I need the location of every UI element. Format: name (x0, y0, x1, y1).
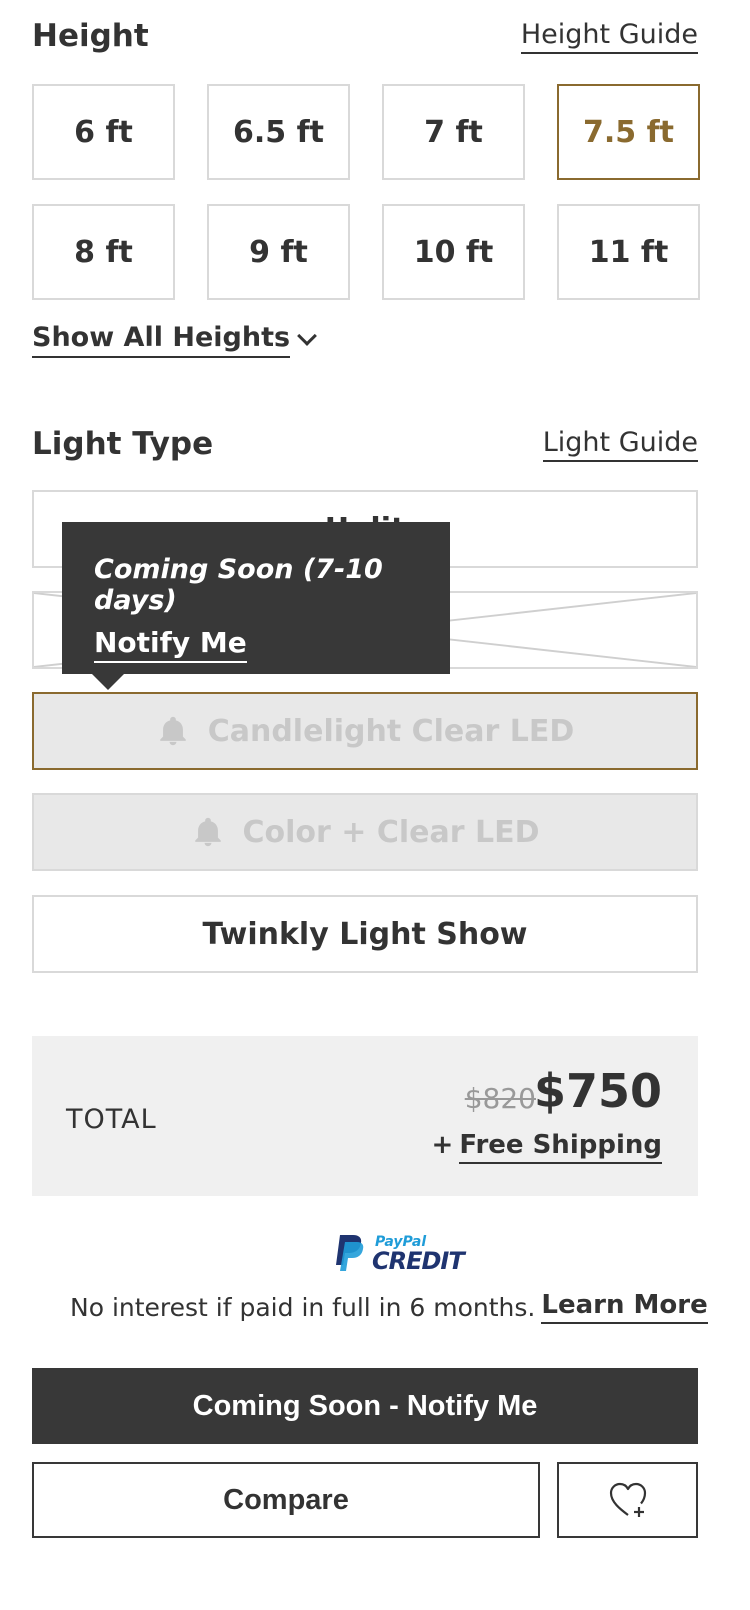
total-label: TOTAL (66, 1104, 157, 1135)
light-option-label: Twinkly Light Show (202, 916, 528, 952)
coming-soon-tooltip: Coming Soon (7-10 days) Notify Me (62, 522, 450, 690)
heart-plus-icon (609, 1482, 646, 1517)
height-header: Height Height Guide (32, 18, 698, 54)
height-guide-link[interactable]: Height Guide (520, 19, 698, 54)
height-option-10ft[interactable]: 10 ft (382, 204, 525, 300)
original-price: $820 (464, 1082, 536, 1115)
compare-button[interactable]: Compare (32, 1462, 540, 1538)
light-option-candlelight-clear-led[interactable]: Candlelight Clear LED (32, 692, 698, 770)
show-all-heights-toggle[interactable]: Show All Heights (32, 322, 317, 358)
credit-terms-text: No interest if paid in full in 6 months. (70, 1292, 536, 1322)
light-option-twinkly-light-show[interactable]: Twinkly Light Show (32, 895, 698, 973)
height-options: 6 ft 6.5 ft 7 ft 7.5 ft 8 ft 9 ft 10 ft … (32, 84, 700, 300)
tooltip-text: Coming Soon (7-10 days) (94, 554, 383, 616)
light-option-color-clear-led[interactable]: Color + Clear LED (32, 793, 698, 871)
total-panel: TOTAL $820 $750 + Free Shipping (32, 1036, 698, 1196)
chevron-down-icon (297, 326, 317, 346)
height-option-9ft[interactable]: 9 ft (207, 204, 350, 300)
height-option-11ft[interactable]: 11 ft (557, 204, 700, 300)
free-shipping-link[interactable]: Free Shipping (459, 1130, 662, 1164)
show-all-heights-label: Show All Heights (32, 322, 291, 358)
light-option-label: Candlelight Clear LED (207, 713, 575, 749)
light-option-label: Color + Clear LED (242, 814, 540, 850)
paypal-logo-icon (336, 1235, 364, 1271)
bell-icon (159, 716, 186, 746)
learn-more-link[interactable]: Learn More (541, 1290, 708, 1324)
height-option-6ft[interactable]: 6 ft (32, 84, 175, 180)
light-type-header: Light Type Light Guide (32, 426, 698, 462)
tooltip-notify-link[interactable]: Notify Me (94, 626, 247, 663)
add-to-wishlist-button[interactable] (557, 1462, 698, 1538)
shipping-prefix: + (431, 1130, 454, 1160)
light-guide-link[interactable]: Light Guide (542, 427, 698, 462)
height-option-8ft[interactable]: 8 ft (32, 204, 175, 300)
credit-terms: No interest if paid in full in 6 months.… (70, 1290, 708, 1324)
height-title: Height (32, 18, 149, 54)
coming-soon-notify-button[interactable]: Coming Soon - Notify Me (32, 1368, 698, 1444)
sale-price: $750 (533, 1064, 662, 1118)
height-option-7-5ft[interactable]: 7.5 ft (557, 84, 700, 180)
height-option-7ft[interactable]: 7 ft (382, 84, 525, 180)
tooltip-arrow (92, 674, 124, 690)
light-type-title: Light Type (32, 426, 214, 462)
credit-wordmark: CREDIT (372, 1247, 465, 1275)
height-option-6-5ft[interactable]: 6.5 ft (207, 84, 350, 180)
bell-icon (194, 817, 221, 847)
paypal-credit-logo: PayPal CREDIT (332, 1233, 465, 1275)
shipping-info: + Free Shipping (431, 1130, 662, 1164)
